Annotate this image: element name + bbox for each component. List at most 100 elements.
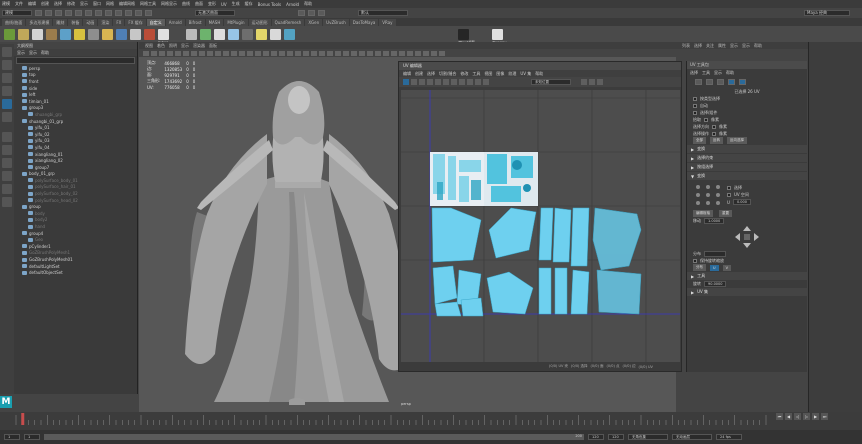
section-header[interactable]: ▶ 选择约束 xyxy=(687,154,807,162)
viewport-menu-item[interactable]: 渲染器 xyxy=(193,43,205,49)
shelf-tab[interactable]: UvZBrush xyxy=(323,18,349,26)
viewport-toolbar-icon[interactable] xyxy=(367,50,373,56)
viewport-toolbar-icon[interactable] xyxy=(327,50,333,56)
outliner-item[interactable]: polySurface_head_02 xyxy=(14,197,137,204)
pivot-option[interactable]: UV 空间 xyxy=(727,192,751,199)
channel-box-menu-item[interactable]: 关注 xyxy=(706,43,714,49)
uv-tool-icon[interactable] xyxy=(419,79,425,85)
pivot-grid-icon[interactable] xyxy=(693,182,723,208)
go-start-icon[interactable]: ⏮ xyxy=(776,413,783,420)
viewport-menu-item[interactable]: 显示 xyxy=(181,43,189,49)
outliner-item[interactable]: polySurface_body_01 xyxy=(14,177,137,184)
outliner-item[interactable]: yifu_04 xyxy=(14,144,137,151)
outliner-item[interactable]: shuangbi_01_grp xyxy=(14,118,137,125)
menu-item[interactable]: 网格工具 xyxy=(140,1,156,7)
edit-pivot-button[interactable]: 编辑枢轴 xyxy=(693,210,713,217)
outliner-item[interactable]: group xyxy=(14,203,137,210)
uv-tool-icon[interactable] xyxy=(581,79,587,85)
shelf-tab[interactable]: 雕刻 xyxy=(53,18,68,26)
step-forward-icon[interactable]: ▶ xyxy=(812,413,819,420)
channel-box-menu-item[interactable]: 显示 xyxy=(730,43,738,49)
section-header[interactable]: ▶ 按组选择 xyxy=(687,163,807,171)
shelf-tool-icon[interactable] xyxy=(88,28,99,40)
go-end-icon[interactable]: ⏭ xyxy=(821,413,828,420)
viewport-toolbar-icon[interactable] xyxy=(287,50,293,56)
render-select[interactable]: 默认 xyxy=(358,10,408,16)
uv-editor-menu-item[interactable]: 视图 xyxy=(484,71,492,77)
viewport-toolbar-icon[interactable] xyxy=(159,50,165,56)
reset-button[interactable]: 重置 xyxy=(719,210,732,217)
shelf-tab[interactable]: 装备 xyxy=(68,18,83,26)
snap-grid-icon[interactable] xyxy=(115,10,122,16)
range-bar[interactable]: 200 xyxy=(44,434,584,440)
menu-item[interactable]: 编辑 xyxy=(28,1,36,7)
menu-item[interactable]: 网格显示 xyxy=(161,1,177,7)
new-scene-icon[interactable] xyxy=(35,10,42,16)
outliner-item[interactable]: left xyxy=(14,91,137,98)
radio[interactable] xyxy=(727,186,731,190)
paint-select-icon[interactable] xyxy=(2,73,12,83)
uv-tool-icon[interactable] xyxy=(597,79,603,85)
viewport-toolbar-icon[interactable] xyxy=(399,50,405,56)
menu-item[interactable]: UV xyxy=(221,2,227,7)
outliner-item[interactable]: body xyxy=(14,210,137,217)
viewport-toolbar-icon[interactable] xyxy=(263,50,269,56)
uv-tool-icon[interactable] xyxy=(589,79,595,85)
character-set-select[interactable]: 无角色集 xyxy=(628,434,668,440)
rotate-field[interactable]: 90.0000 xyxy=(704,280,727,287)
checkbox[interactable] xyxy=(712,124,716,129)
checkbox[interactable] xyxy=(693,103,697,108)
viewport-toolbar-icon[interactable] xyxy=(375,50,381,56)
menu-item[interactable]: 选择 xyxy=(54,1,62,7)
checkbox[interactable] xyxy=(693,258,697,263)
uv-tool-icon[interactable] xyxy=(435,79,441,85)
layout-two-icon[interactable] xyxy=(2,158,12,168)
uv-tool-icon[interactable] xyxy=(467,79,473,85)
channel-box-menu-item[interactable]: 属性 xyxy=(718,43,726,49)
shelf-tool-icon[interactable] xyxy=(18,28,29,40)
shelf-tab[interactable]: 动画 xyxy=(83,18,98,26)
shelf-tab[interactable]: 运动图形 xyxy=(248,18,271,26)
menu-item[interactable]: 显示 xyxy=(80,1,88,7)
auto-row[interactable]: 自动 xyxy=(687,102,807,109)
rotate-tool-icon[interactable] xyxy=(2,99,12,109)
viewport-toolbar-icon[interactable] xyxy=(199,50,205,56)
shelf-tab[interactable]: 自定义 xyxy=(146,18,165,26)
move-tool-icon[interactable] xyxy=(2,86,12,96)
shelf-tab[interactable]: 多边形建模 xyxy=(26,18,53,26)
outliner-item[interactable]: polySurface_body_02 xyxy=(14,190,137,197)
shelf-tool-icon[interactable] xyxy=(74,28,85,40)
time-slider[interactable]: 0510152025303540455055606570758085909510… xyxy=(0,412,862,430)
shelf-tool-icon[interactable] xyxy=(60,28,71,40)
checkbox[interactable] xyxy=(704,117,708,122)
shelf-tab[interactable]: XGen xyxy=(305,18,323,26)
uv-mode-icon[interactable] xyxy=(728,79,735,85)
viewport-toolbar-icon[interactable] xyxy=(223,50,229,56)
uv-toolkit-menu-item[interactable]: 选择 xyxy=(690,70,698,76)
viewport-menu-item[interactable]: 面板 xyxy=(209,43,217,49)
outliner-item[interactable]: timian_01 xyxy=(14,98,137,105)
shelf-tool-icon[interactable] xyxy=(46,28,57,40)
fps-select[interactable]: 24 fps xyxy=(716,434,742,440)
shelf-tab[interactable]: FX xyxy=(113,18,125,26)
outliner-item[interactable]: group4 xyxy=(14,230,137,237)
select-hierarchy-icon[interactable] xyxy=(85,10,92,16)
layout-hypershade-icon[interactable] xyxy=(2,197,12,207)
viewport-menu-item[interactable]: 照明 xyxy=(169,43,177,49)
outliner-item[interactable]: hand xyxy=(14,223,137,230)
viewport-toolbar-icon[interactable] xyxy=(303,50,309,56)
uv-toolkit-menu-item[interactable]: 工具 xyxy=(702,70,710,76)
outliner-item[interactable]: defaultLightSet xyxy=(14,263,137,270)
layout-graph-icon[interactable] xyxy=(2,184,12,194)
viewport-toolbar-icon[interactable] xyxy=(143,50,149,56)
menu-item[interactable]: 网格 xyxy=(106,1,114,7)
section-header[interactable]: ▶ 工具 xyxy=(687,272,807,280)
uv-tool-icon[interactable] xyxy=(427,79,433,85)
outliner-item[interactable]: GoZBrushPolyMesh1 xyxy=(14,250,137,257)
menu-item[interactable]: Arnold xyxy=(286,2,299,7)
viewport-toolbar-icon[interactable] xyxy=(151,50,157,56)
viewport-toolbar-icon[interactable] xyxy=(239,50,245,56)
uv-editor-menu-item[interactable]: 修改 xyxy=(460,71,468,77)
uv-tool-icon[interactable] xyxy=(411,79,417,85)
distribute-field[interactable] xyxy=(704,250,726,257)
